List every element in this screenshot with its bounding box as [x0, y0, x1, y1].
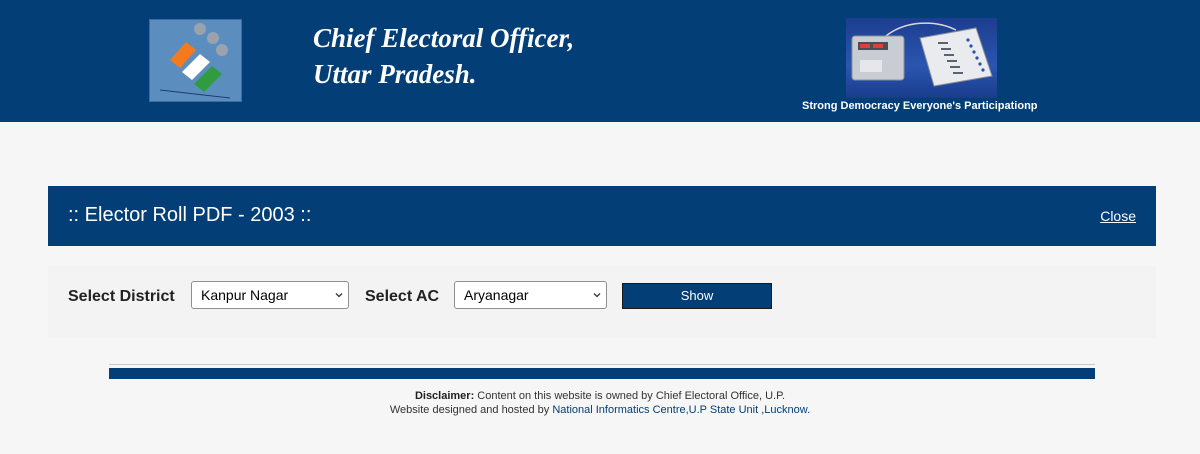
district-select-value: Kanpur Nagar — [201, 287, 289, 303]
ac-select[interactable]: Aryanagar — [454, 281, 607, 309]
hosted-by: Website designed and hosted by National … — [0, 403, 1200, 417]
chevron-down-icon — [593, 293, 601, 298]
evm-image — [846, 18, 997, 98]
footer: Disclaimer: Content on this website is o… — [0, 389, 1200, 417]
show-button[interactable]: Show — [622, 283, 772, 309]
panel-title: :: Elector Roll PDF - 2003 :: — [68, 204, 312, 226]
site-title: Chief Electoral Officer, Uttar Pradesh. — [313, 20, 574, 92]
eci-logo-icon — [159, 23, 231, 99]
disclaimer-label: Disclaimer: — [414, 390, 475, 402]
filter-form: Select District Kanpur Nagar Select AC A… — [48, 266, 1156, 338]
panel-header: :: Elector Roll PDF - 2003 :: Close — [48, 186, 1156, 246]
site-title-line2: Uttar Pradesh. — [313, 59, 477, 89]
evm-machine-icon — [851, 22, 993, 87]
footer-divider — [109, 364, 1095, 365]
chevron-down-icon — [335, 293, 343, 298]
disclaimer: Disclaimer: Content on this website is o… — [0, 389, 1200, 403]
site-title-line1: Chief Electoral Officer, — [313, 23, 575, 53]
ac-select-value: Aryanagar — [464, 287, 529, 303]
disclaimer-text: Content on this website is owned by Chie… — [474, 390, 786, 402]
eci-logo — [149, 19, 242, 102]
district-label: Select District — [68, 288, 175, 305]
tagline: Strong Democracy Everyone's Participatio… — [802, 100, 1038, 112]
footer-bar — [109, 368, 1095, 379]
district-select[interactable]: Kanpur Nagar — [191, 281, 349, 309]
nic-link[interactable]: National Informatics Centre,U.P State Un… — [552, 404, 810, 416]
site-header: Chief Electoral Officer, Uttar Pradesh. … — [0, 0, 1200, 122]
close-link[interactable]: Close — [1100, 208, 1136, 224]
ac-label: Select AC — [365, 288, 440, 305]
hosted-text: Website designed and hosted by — [389, 404, 553, 416]
